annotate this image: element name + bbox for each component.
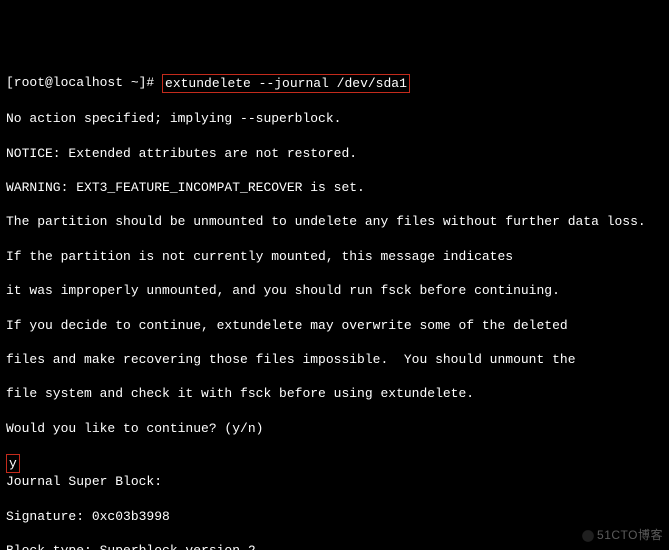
watermark-icon: [581, 529, 595, 543]
output-line: file system and check it with fsck befor…: [6, 385, 663, 402]
output-line: If you decide to continue, extundelete m…: [6, 317, 663, 334]
output-line: it was improperly unmounted, and you sho…: [6, 282, 663, 299]
output-line: NOTICE: Extended attributes are not rest…: [6, 145, 663, 162]
watermark-text: 51CTO博客: [597, 528, 663, 542]
watermark: 51CTO博客: [573, 510, 663, 544]
output-line: files and make recovering those files im…: [6, 351, 663, 368]
command-line: [root@localhost ~]# extundelete --journa…: [6, 74, 663, 93]
output-line: No action specified; implying --superblo…: [6, 110, 663, 127]
journal-line: Block type: Superblock version 2: [6, 542, 663, 550]
output-line: If the partition is not currently mounte…: [6, 248, 663, 265]
journal-line: Journal Super Block:: [6, 473, 663, 490]
output-line: WARNING: EXT3_FEATURE_INCOMPAT_RECOVER i…: [6, 179, 663, 196]
command-text: extundelete --journal /dev/sda1: [162, 74, 410, 93]
user-input[interactable]: y: [6, 454, 20, 473]
output-line: The partition should be unmounted to und…: [6, 213, 663, 230]
output-line: Would you like to continue? (y/n): [6, 420, 663, 437]
shell-prompt: [root@localhost ~]#: [6, 74, 162, 93]
journal-line: Signature: 0xc03b3998: [6, 508, 663, 525]
